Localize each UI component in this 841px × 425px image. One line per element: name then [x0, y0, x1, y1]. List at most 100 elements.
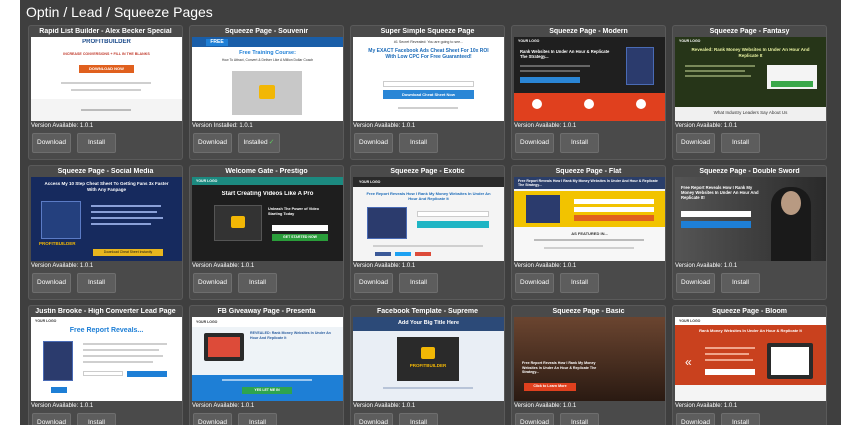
thumb-headline: Free Report Reveals How I Rank My Money … [522, 361, 597, 374]
version-label: Version Available: 1.0.1 [31, 403, 94, 409]
section-title: Optin / Lead / Squeeze Pages [26, 4, 213, 20]
template-card: Squeeze Page - Souvenir FREE Free Traini… [189, 25, 344, 160]
thumb-headline: Free Report Reveals How I Rank My Money … [518, 179, 658, 188]
download-button[interactable]: Download [676, 273, 715, 293]
version-label: Version Available: 1.0.1 [514, 403, 577, 409]
thumb-footer: What Industry Leaders Say About Us [713, 110, 788, 115]
template-thumbnail[interactable]: YOUR LOGO REVEALED: Rank Money Websites … [192, 317, 343, 401]
template-thumbnail[interactable]: #1 Secret Revealed: You are going to see… [353, 37, 504, 121]
template-thumbnail[interactable]: Free Report Reveals How I Rank My Money … [514, 177, 665, 261]
install-button[interactable]: Install [238, 413, 277, 425]
card-title: Justin Brooke - High Converter Lead Page [35, 308, 176, 315]
installed-label: Installed [243, 139, 268, 146]
install-button[interactable]: Install [77, 273, 116, 293]
thumb-subtitle: Unleash The Power of Video Starting Toda… [268, 207, 319, 216]
card-title: Squeeze Page - Social Media [57, 168, 154, 175]
install-button[interactable]: Install [721, 273, 760, 293]
install-button[interactable]: Install [560, 273, 599, 293]
install-button[interactable]: Install [238, 273, 277, 293]
template-thumbnail[interactable]: PROFITBUILDER INCREASE CONVERSIONS + FIL… [31, 37, 182, 121]
template-card: Facebook Template - Supreme Add Your Big… [350, 305, 505, 425]
template-card: Squeeze Page - Social Media Access My 10… [28, 165, 183, 300]
install-button[interactable]: Install [77, 133, 116, 153]
template-thumbnail[interactable]: YOUR LOGO Rank Websites In Under An Hour… [514, 37, 665, 121]
install-button[interactable]: Install [399, 273, 438, 293]
card-title: Squeeze Page - Fantasy [709, 28, 790, 35]
install-button[interactable]: Install [399, 133, 438, 153]
download-button[interactable]: Download [193, 133, 232, 153]
template-card: Rapid List Builder - Alex Becker Special… [28, 25, 183, 160]
version-label: Version Installed: 1.0.1 [192, 123, 253, 129]
card-title: Squeeze Page - Bloom [711, 308, 788, 315]
download-button[interactable]: Download [32, 133, 71, 153]
thumb-headline: Access My 10 Step Cheat Sheet To Getting… [44, 181, 169, 192]
thumb-subtitle: AS FEATURED IN... [571, 231, 608, 236]
download-button[interactable]: Download [32, 413, 71, 425]
thumb-cta: Click to Learn More [533, 384, 567, 388]
template-thumbnail[interactable]: Free Report Reveals How I Rank My Money … [514, 317, 665, 401]
version-label: Version Available: 1.0.1 [353, 403, 416, 409]
chevron-left-icon[interactable]: « [685, 355, 692, 369]
download-button[interactable]: Download [676, 133, 715, 153]
card-title: Squeeze Page - Souvenir [224, 28, 309, 35]
install-button[interactable]: Install [721, 413, 760, 425]
download-button[interactable]: Download [515, 133, 554, 153]
install-button[interactable]: Install [721, 133, 760, 153]
card-title: Super Simple Squeeze Page [380, 28, 475, 35]
template-thumbnail[interactable]: FREE Free Training Course: How To Attrac… [192, 37, 343, 121]
version-label: Version Available: 1.0.1 [353, 123, 416, 129]
installed-button[interactable]: Installed✓ [238, 133, 280, 153]
download-button[interactable]: Download [354, 413, 393, 425]
thumb-badge: FREE [210, 39, 224, 45]
thumb-kicker: #1 Secret Revealed: You are going to see… [393, 40, 464, 44]
card-title: Welcome Gate - Prestigo [225, 168, 308, 175]
checkmark-icon: ✓ [268, 139, 275, 146]
template-card: Squeeze Page - Exotic YOUR LOGO Free Rep… [350, 165, 505, 300]
thumb-headline: My EXACT Facebook Ads Cheat Sheet For 10… [368, 48, 489, 60]
install-button[interactable]: Install [399, 413, 438, 425]
download-button[interactable]: Download [515, 413, 554, 425]
version-label: Version Available: 1.0.1 [675, 123, 738, 129]
template-thumbnail[interactable]: YOUR LOGO Free Report Reveals... [31, 317, 182, 401]
template-thumbnail[interactable]: Access My 10 Step Cheat Sheet To Getting… [31, 177, 182, 261]
download-button[interactable]: Download [193, 413, 232, 425]
template-thumbnail[interactable]: YOUR LOGO Start Creating Videos Like A P… [192, 177, 343, 261]
version-label: Version Available: 1.0.1 [675, 263, 738, 269]
thumb-brand: PROFITBUILDER [409, 363, 447, 368]
version-label: Version Available: 1.0.1 [192, 403, 255, 409]
version-label: Version Available: 1.0.1 [31, 263, 94, 269]
card-title: Rapid List Builder - Alex Becker Special [39, 28, 172, 35]
thumb-logo: YOUR LOGO [518, 39, 540, 43]
thumb-logo: YOUR LOGO [679, 39, 701, 43]
thumb-cta: DOWNLOAD NOW [89, 66, 124, 71]
download-button[interactable]: Download [32, 273, 71, 293]
card-title: Facebook Template - Supreme [376, 308, 478, 315]
thumb-logo: YOUR LOGO [196, 179, 218, 183]
template-card: Squeeze Page - Flat Free Report Reveals … [511, 165, 666, 300]
template-card: Squeeze Page - Double Sword Free Report … [672, 165, 827, 300]
template-thumbnail[interactable]: YOUR LOGO Revealed: Rank Money Websites … [675, 37, 826, 121]
download-button[interactable]: Download [515, 273, 554, 293]
thumb-logo: YOUR LOGO [35, 319, 57, 323]
card-title: Squeeze Page - Flat [555, 168, 622, 175]
template-thumbnail[interactable]: Add Your Big Title Here PROFITBUILDER [353, 317, 504, 401]
card-title: Squeeze Page - Double Sword [699, 168, 800, 175]
download-button[interactable]: Download [676, 413, 715, 425]
download-button[interactable]: Download [193, 273, 232, 293]
template-thumbnail[interactable]: YOUR LOGO Free Report Reveals How I Rank… [353, 177, 504, 261]
version-label: Version Available: 1.0.1 [675, 403, 738, 409]
install-button[interactable]: Install [77, 413, 116, 425]
install-button[interactable]: Install [560, 413, 599, 425]
template-thumbnail[interactable]: Free Report Reveals How I Rank My Money … [675, 177, 826, 261]
thumb-cta: YES LET ME IN [254, 388, 280, 392]
install-button[interactable]: Install [560, 133, 599, 153]
thumb-headline: INCREASE CONVERSIONS + FILL IN THE BLANK… [63, 52, 150, 56]
download-button[interactable]: Download [354, 273, 393, 293]
download-button[interactable]: Download [354, 133, 393, 153]
template-thumbnail[interactable]: YOUR LOGO Rank Money Websites In Under A… [675, 317, 826, 401]
template-card: Welcome Gate - Prestigo YOUR LOGO Start … [189, 165, 344, 300]
card-title: Squeeze Page - Modern [549, 28, 628, 35]
version-label: Version Available: 1.0.1 [514, 263, 577, 269]
template-card: Squeeze Page - Modern YOUR LOGO Rank Web… [511, 25, 666, 160]
thumb-headline: Rank Websites In Under An Hour & Replica… [520, 49, 610, 59]
